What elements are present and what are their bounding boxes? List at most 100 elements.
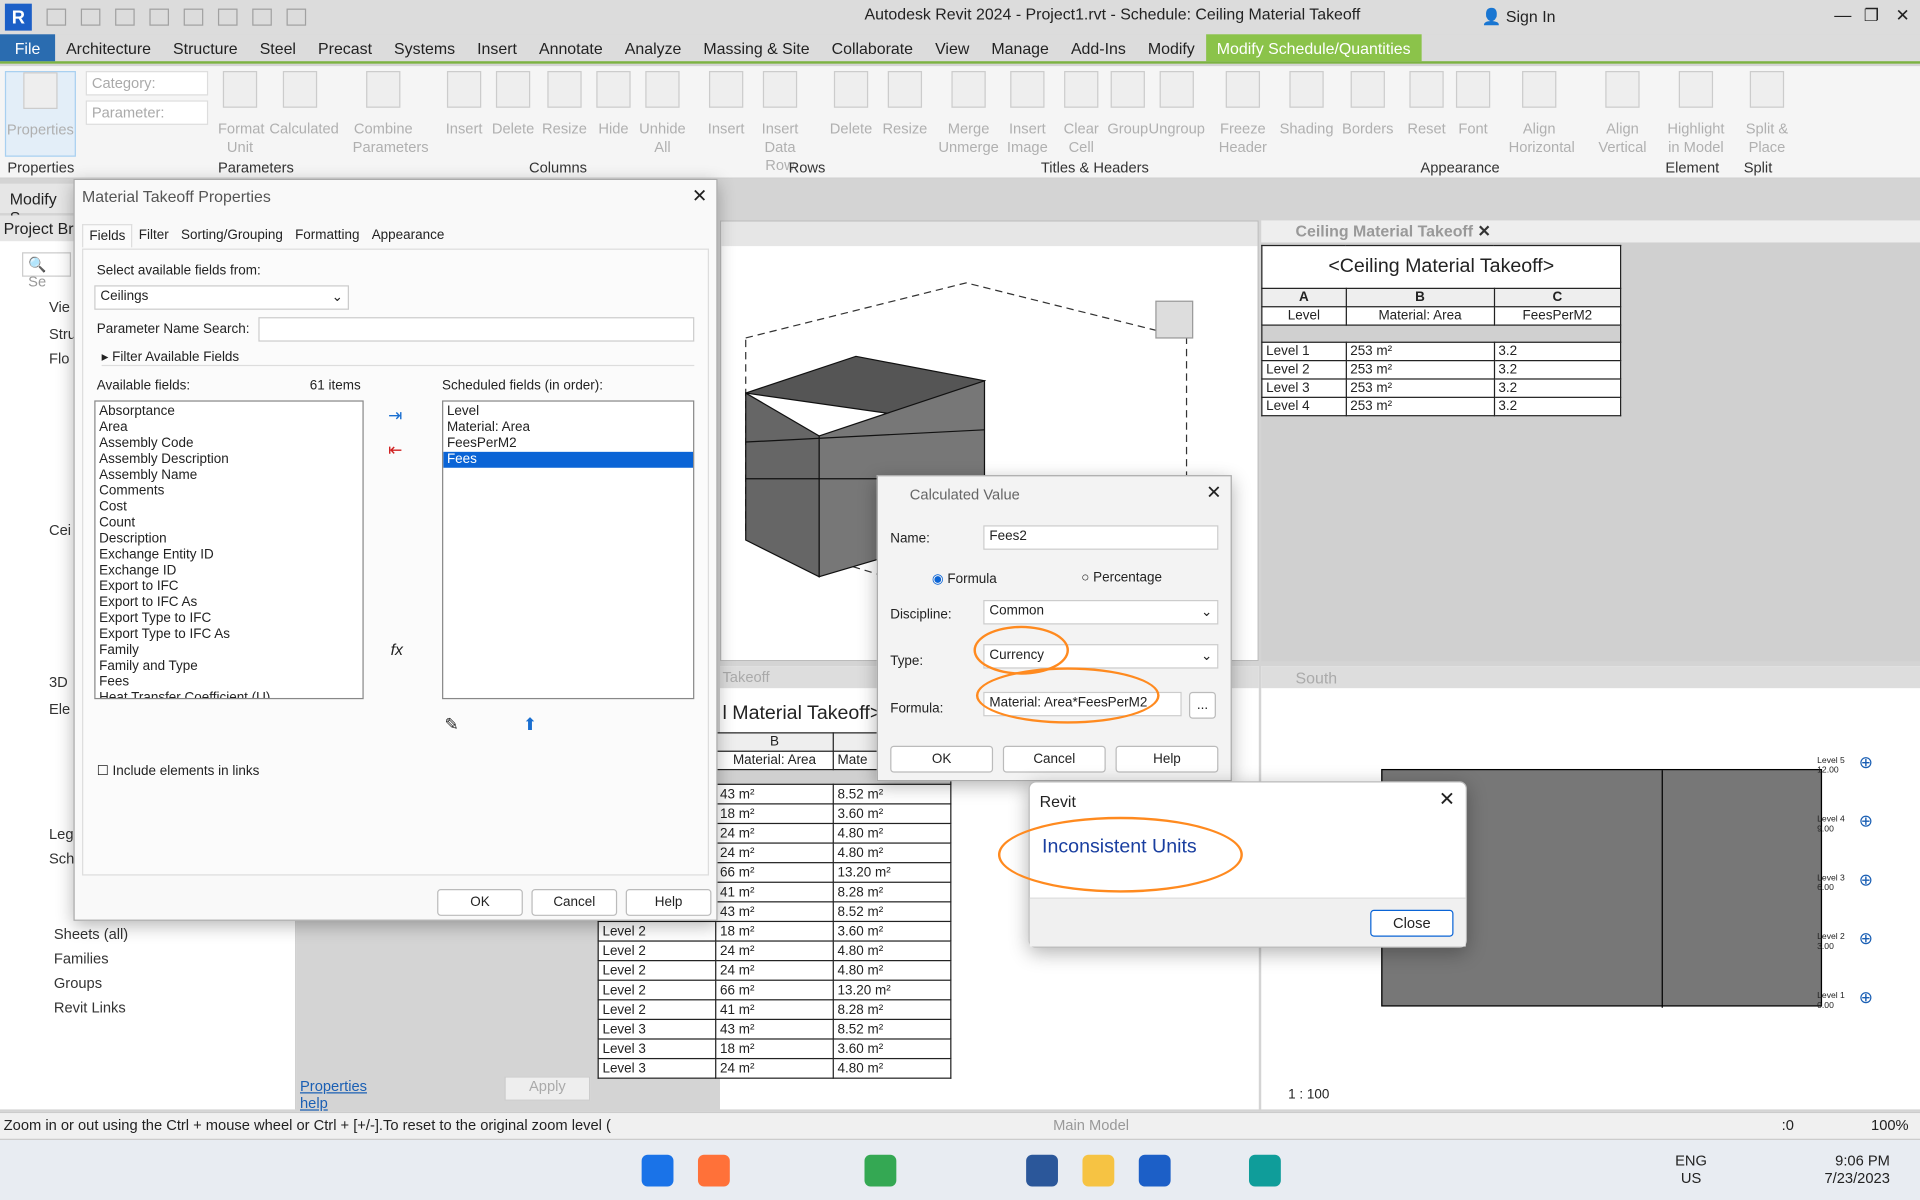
scheduled-field[interactable]: Material: Area [443,420,693,436]
dialog-tab[interactable]: Appearance [366,224,451,247]
revit-logo[interactable]: R [4,3,32,31]
available-field[interactable]: Exchange Entity ID [99,547,359,563]
browser-item[interactable]: Families [54,950,109,967]
table-cell[interactable]: 253 m² [1345,360,1495,380]
table-cell[interactable]: 13.20 m² [832,979,952,1001]
move-up-icon[interactable]: ⬆ [523,714,537,735]
table-cell[interactable]: 3.2 [1493,360,1622,380]
ribbon-button[interactable]: Font [1442,71,1503,138]
ribbon-tab-annotate[interactable]: Annotate [528,34,614,61]
browser-item[interactable]: Revit Links [54,999,126,1016]
properties-button[interactable]: Properties [4,71,76,157]
available-field[interactable]: Assembly Name [99,468,359,484]
print-icon[interactable] [183,8,204,26]
model-selector[interactable]: Main Model [1053,1117,1129,1134]
calc-ok-button[interactable]: OK [890,745,994,773]
clock[interactable]: 9:06 PM 7/23/2023 [1825,1152,1890,1186]
table-row[interactable]: Level 3 24 m² 4.80 m² [597,1057,952,1079]
ribbon-tab-architecture[interactable]: Architecture [55,34,162,61]
ribbon-button[interactable]: Insert [696,71,757,138]
table-cell[interactable]: 18 m² [715,1038,834,1060]
table-cell[interactable]: Level 3 [597,1057,717,1079]
scheduled-field[interactable]: Level [443,404,693,420]
file-explorer-icon[interactable] [1082,1154,1115,1187]
edge-icon[interactable] [1248,1154,1281,1187]
name-input[interactable]: Fees2 [983,525,1219,550]
ribbon-button[interactable]: Align Horizontal [1509,71,1575,157]
column-letter[interactable]: A [1261,287,1347,308]
restore-button[interactable]: ❐ [1864,5,1879,26]
available-field[interactable]: Export to IFC As [99,595,359,611]
ribbon-button[interactable]: Shading [1276,71,1337,138]
table-row[interactable]: Level 2 41 m² 8.28 m² [597,999,952,1021]
available-field[interactable]: Family [99,643,359,659]
table-cell[interactable]: 4.80 m² [832,940,952,962]
param-search-input[interactable] [258,317,695,342]
available-field[interactable]: Assembly Code [99,436,359,452]
table-row[interactable]: Level 2 18 m² 3.60 m² [597,920,952,942]
cancel-button[interactable]: Cancel [531,888,618,916]
browser-item[interactable]: Cei [49,522,71,539]
browser-item[interactable]: Stru [49,326,76,343]
table-cell[interactable]: Level 2 [597,999,717,1021]
available-field[interactable]: Export to IFC [99,579,359,595]
close-error-icon[interactable]: ✕ [1439,787,1455,811]
table-cell[interactable]: 24 m² [715,842,834,864]
table-cell[interactable]: 8.28 m² [832,881,952,903]
measure-icon[interactable] [217,8,238,26]
ribbon-button[interactable]: Freeze Header [1212,71,1273,157]
ribbon-button[interactable]: Format Unit [218,71,265,157]
dialog-tab[interactable]: Fields [82,224,133,248]
table-cell[interactable]: Level 2 [597,979,717,1001]
table-cell[interactable]: 4.80 m² [832,1057,952,1079]
browser-item[interactable]: Leg [49,825,74,842]
table-cell[interactable]: Level 3 [597,1038,717,1060]
calc-cancel-button[interactable]: Cancel [1002,745,1106,773]
scheduled-field[interactable]: FeesPerM2 [443,436,693,452]
close-calc-button[interactable]: ✕ [1206,481,1221,503]
table-cell[interactable]: 3.60 m² [832,920,952,942]
formula-browse-button[interactable]: ... [1188,691,1216,719]
available-field[interactable]: Count [99,516,359,532]
table-cell[interactable]: 41 m² [715,881,834,903]
table-cell[interactable]: 253 m² [1345,341,1495,362]
table-cell[interactable]: 3.60 m² [832,1038,952,1060]
table-cell[interactable]: 3.60 m² [832,803,952,825]
ribbon-button[interactable]: Borders [1337,71,1398,138]
schedule-tab[interactable]: Ceiling Material Takeoff ✕ [1261,220,1920,243]
include-links-checkbox[interactable]: ☐ Include elements in links [97,763,260,779]
table-cell[interactable]: Level 2 [597,920,717,942]
table-row[interactable]: Level 3 18 m² 3.60 m² [597,1038,952,1060]
available-field[interactable]: Exchange ID [99,563,359,579]
ribbon-tab-view[interactable]: View [924,34,980,61]
add-field-icon[interactable]: ⇥ [388,405,402,426]
dialog-tab[interactable]: Sorting/Grouping [175,224,289,247]
table-cell[interactable]: 66 m² [715,862,834,883]
available-field[interactable]: Absorptance [99,404,359,420]
table-cell[interactable]: 4.80 m² [832,960,952,981]
table-row[interactable]: Level 3 43 m² 8.52 m² [597,1018,952,1040]
ribbon-button[interactable]: Insert Image [997,71,1058,157]
table-cell[interactable]: 8.52 m² [832,901,952,923]
undo-icon[interactable] [115,8,135,26]
browser-item[interactable]: 3D [49,673,68,690]
save-icon[interactable] [80,8,101,26]
parameter-combo[interactable]: Parameter: [85,100,209,125]
level-marker[interactable]: Level 2 3.00 ⊕ [1817,929,1873,953]
firefox-icon[interactable] [697,1154,730,1187]
level-marker[interactable]: Level 4 9.00 ⊕ [1817,812,1873,836]
table-cell[interactable]: Level 4 [1261,396,1347,417]
ribbon-button[interactable]: Split & Place [1736,71,1797,157]
column-letter[interactable]: C [1493,287,1622,308]
table-cell[interactable]: Level 2 [597,960,717,981]
ribbon-tab-collaborate[interactable]: Collaborate [821,34,924,61]
available-field[interactable]: Export Type to IFC [99,611,359,627]
table-cell[interactable]: 253 m² [1345,378,1495,398]
table-cell[interactable]: 66 m² [715,979,834,1001]
ok-button[interactable]: OK [437,888,523,916]
calculated-parameter-icon[interactable]: fx [391,640,403,658]
available-fields-list[interactable]: Absorptance Area Assembly Code Assembly Des… [94,400,364,700]
level-marker[interactable]: Level 5 12.00 ⊕ [1817,753,1873,777]
available-field[interactable]: Description [99,531,359,547]
table-cell[interactable]: 43 m² [715,783,834,805]
